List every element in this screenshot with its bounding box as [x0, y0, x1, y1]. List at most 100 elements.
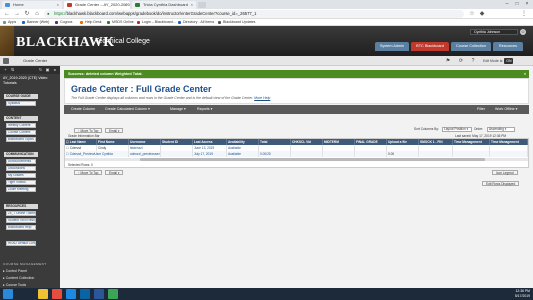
back-icon[interactable]: ← [3, 10, 11, 18]
tab-resources[interactable]: Resources [493, 42, 523, 51]
close-tab-icon[interactable]: × [125, 1, 127, 9]
manage-menu[interactable]: Manage ▾ [167, 105, 189, 114]
table-row: ☐ Cdenzzl_PreviewUser Cynthia cdenzzl_pr… [65, 151, 528, 157]
create-column-button[interactable]: Create Column [68, 105, 98, 114]
grid-cell[interactable] [355, 151, 387, 157]
sidebar-item-discussions[interactable]: Discussions [6, 166, 36, 171]
maximize-icon[interactable]: □ [512, 0, 522, 9]
windows-start-icon[interactable] [3, 289, 13, 299]
sidebar-item-read-default-content[interactable]: READ Default Content [6, 241, 36, 246]
bookmark-msds[interactable]: MSDS Online [107, 19, 134, 26]
sidebar-item-blackboard-help[interactable]: Blackboard Help [6, 225, 36, 230]
tab-btc-blackboard[interactable]: BTC Blackboard [411, 42, 449, 51]
email-menu[interactable]: Email ▾ [105, 128, 124, 133]
taskbar-clock[interactable]: 12:36 PM 5/17/2019 [515, 289, 530, 299]
filter-button[interactable]: Filter [474, 105, 488, 114]
notification-icon[interactable]: ⚑ [445, 58, 451, 64]
sidebar-item-announcements[interactable]: Announcements [6, 159, 36, 164]
browser-tab-home[interactable]: Home × [2, 1, 62, 9]
outlook-icon[interactable] [80, 289, 90, 299]
bookmark-login-blackboard[interactable]: Login – Blackboard... [137, 19, 176, 26]
sidebar-item-course-content[interactable]: Course Content [6, 130, 36, 135]
camtasia-icon[interactable] [108, 289, 118, 299]
add-menu-item-icon[interactable]: + [3, 67, 8, 72]
sidebar-item-weekly-content[interactable]: Weekly Content [6, 123, 36, 128]
grid-cell[interactable] [323, 151, 355, 157]
grid-cell[interactable]: July 17, 2019 [193, 151, 227, 157]
browser-tab-dashboard[interactable]: Tricia Cynthia Dashboard × [132, 1, 196, 9]
scrollbar-thumb[interactable] [140, 158, 485, 161]
course-menu-icon[interactable] [3, 58, 9, 64]
order-select[interactable]: Ascending ▾ [487, 127, 515, 132]
refresh-menu-icon[interactable]: ↻ [38, 67, 43, 72]
reorder-icon[interactable]: ⇅ [10, 67, 15, 72]
move-to-top-button-bottom[interactable]: ↑ Move To Top [74, 170, 103, 175]
tab-course-collection[interactable]: Course Collection [451, 42, 491, 51]
email-menu-bottom[interactable]: Email ▾ [105, 170, 124, 175]
grid-cell[interactable]: Available [227, 151, 259, 157]
control-panel-link[interactable]: ▸ Control Panel [3, 269, 27, 273]
chrome-icon[interactable] [52, 289, 62, 299]
move-to-top-button[interactable]: ↑ Move To Top [74, 128, 103, 133]
course-tools-link[interactable]: ▸ Course Tools [3, 283, 26, 287]
help-icon[interactable]: ? [470, 58, 476, 64]
grid-cell[interactable] [419, 151, 453, 157]
grid-cell[interactable]: ☐ Cdenzzl_PreviewUser Cynthia [65, 151, 129, 157]
sidebar-item-syllabus[interactable]: Syllabus [6, 101, 36, 106]
menu-icon[interactable]: ⋮ [520, 10, 528, 18]
window-close-icon[interactable]: × [522, 0, 532, 9]
bookmark-help-desk[interactable]: Help Desk [80, 19, 102, 26]
content-collection-link[interactable]: ▸ Content Collection [3, 276, 34, 280]
more-help-link[interactable]: More Help [254, 96, 270, 100]
reload-icon[interactable]: ↻ [23, 10, 31, 18]
grid-cell[interactable] [490, 151, 528, 157]
grid-cell[interactable] [161, 151, 193, 157]
icon-legend-button[interactable]: Icon Legend [492, 170, 518, 175]
grid-cell[interactable]: 0.00/25 [259, 151, 291, 157]
home-icon[interactable]: ⌂ [33, 10, 41, 18]
internet-explorer-icon[interactable] [66, 289, 76, 299]
course-title[interactable]: AY_2019-2020 (CTE) Video Tutorials [3, 76, 58, 85]
grid-cell[interactable] [291, 151, 323, 157]
bookmark-banner[interactable]: Banner (Web) [22, 19, 49, 26]
word-icon[interactable] [94, 289, 104, 299]
sidebar-item-online-tutoring[interactable]: 24_7 Online Tutoring [6, 211, 36, 216]
logout-icon[interactable]: ⏻ [520, 29, 526, 35]
extension-icon[interactable]: ◆ [478, 10, 486, 18]
close-tab-icon[interactable]: × [57, 1, 59, 9]
url-input[interactable]: ● https://blackhawk.blackboard.com/webap… [44, 10, 464, 18]
edit-rows-displayed-button[interactable]: Edit Rows Displayed [482, 181, 520, 186]
bookmark-cognos[interactable]: Cognos [55, 19, 72, 26]
bookmark-directory[interactable]: Directory - All Items [178, 19, 214, 26]
tab-system-admin[interactable]: System Admin [375, 42, 409, 51]
minimize-icon[interactable]: – [502, 0, 512, 9]
create-calculated-column-menu[interactable]: Create Calculated Column ▾ [102, 105, 153, 114]
work-offline-menu[interactable]: Work Offline ▾ [492, 105, 520, 114]
user-menu[interactable]: Cynthia Johnson [470, 29, 518, 35]
bookmark-apps[interactable]: Apps [3, 19, 16, 26]
star-icon[interactable]: ☆ [468, 10, 476, 18]
browser-tab-bar: Home × Grade Center – AY_2020-2020 × Tri… [0, 0, 533, 9]
close-tab-icon[interactable]: × [191, 1, 193, 9]
sidebar-item-blackboard-topics[interactable]: Blackboard Topics [6, 137, 36, 142]
grid-cell[interactable] [453, 151, 490, 157]
sidebar-item-student-tech-resources[interactable]: Student Tech Resources [6, 218, 36, 223]
reports-menu[interactable]: Reports ▾ [194, 105, 215, 114]
sidebar-item-my-grades[interactable]: My Grades [6, 173, 36, 178]
sidebar-item-zoom-meeting[interactable]: Zoom Meeting [6, 187, 36, 192]
display-icon[interactable]: ▣ [45, 67, 50, 72]
bookmark-blackboard-updates[interactable]: Blackboard Updates [218, 19, 255, 26]
sort-columns-select[interactable]: Layout Position ▾ [442, 127, 472, 132]
grid-horizontal-scrollbar[interactable] [65, 158, 528, 161]
edit-mode-toggle[interactable]: Edit Mode is: ON [483, 58, 514, 64]
file-explorer-icon[interactable] [38, 289, 48, 299]
grid-cell[interactable]: cdenzzl_previewuser [129, 151, 161, 157]
refresh-icon[interactable]: ⟳ [458, 58, 464, 64]
collapse-menu-icon[interactable]: ◂ [52, 67, 57, 72]
grid-cell[interactable]: 0.00 [387, 151, 419, 157]
browser-tab-grade-center[interactable]: Grade Center – AY_2020-2020 × [64, 1, 130, 9]
new-tab-button[interactable] [198, 2, 206, 8]
close-message-icon[interactable]: × [524, 70, 526, 78]
forward-icon[interactable]: → [13, 10, 21, 18]
sidebar-item-tiger-videos[interactable]: Tiger Videos [6, 180, 36, 185]
